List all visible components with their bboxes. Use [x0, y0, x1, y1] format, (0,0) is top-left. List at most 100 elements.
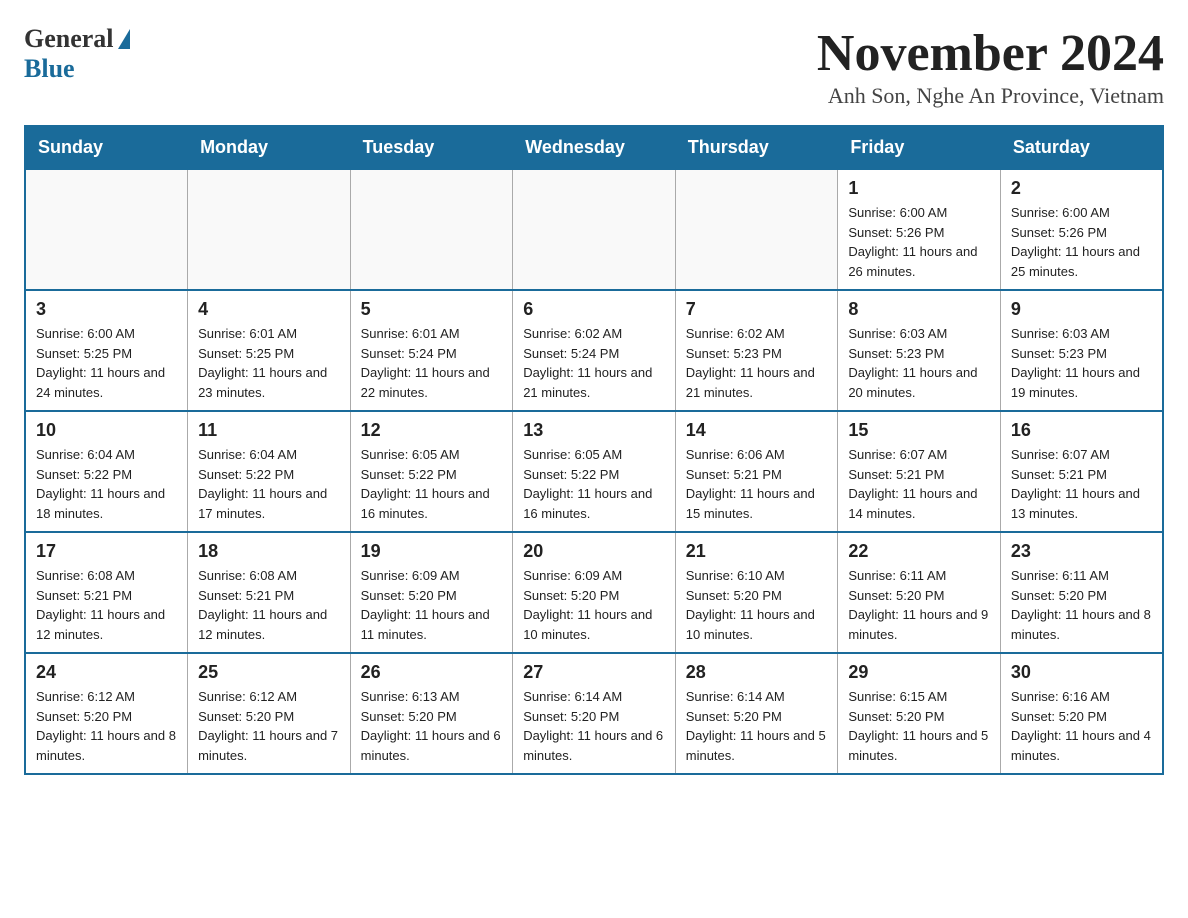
- day-number: 26: [361, 662, 503, 683]
- calendar-week-row: 3 Sunrise: 6:00 AM Sunset: 5:25 PM Daylig…: [25, 290, 1163, 411]
- day-number: 12: [361, 420, 503, 441]
- day-number: 11: [198, 420, 340, 441]
- day-info: Sunrise: 6:08 AM Sunset: 5:21 PM Dayligh…: [36, 566, 177, 644]
- header: General Blue November 2024 Anh Son, Nghe…: [24, 24, 1164, 109]
- day-info: Sunrise: 6:05 AM Sunset: 5:22 PM Dayligh…: [523, 445, 665, 523]
- calendar-cell: 17 Sunrise: 6:08 AM Sunset: 5:21 PM Dayli…: [25, 532, 188, 653]
- day-number: 10: [36, 420, 177, 441]
- day-number: 25: [198, 662, 340, 683]
- day-info: Sunrise: 6:08 AM Sunset: 5:21 PM Dayligh…: [198, 566, 340, 644]
- calendar-cell: 24 Sunrise: 6:12 AM Sunset: 5:20 PM Dayli…: [25, 653, 188, 774]
- day-number: 19: [361, 541, 503, 562]
- calendar-cell: [513, 169, 676, 290]
- logo-blue-text: Blue: [24, 54, 75, 84]
- day-number: 23: [1011, 541, 1152, 562]
- day-info: Sunrise: 6:04 AM Sunset: 5:22 PM Dayligh…: [36, 445, 177, 523]
- logo: General Blue: [24, 24, 130, 84]
- day-number: 9: [1011, 299, 1152, 320]
- calendar-cell: 16 Sunrise: 6:07 AM Sunset: 5:21 PM Dayli…: [1000, 411, 1163, 532]
- day-number: 18: [198, 541, 340, 562]
- calendar-cell: 5Sunrise: 6:01 AM Sunset: 5:24 PM Daylig…: [350, 290, 513, 411]
- day-info: Sunrise: 6:11 AM Sunset: 5:20 PM Dayligh…: [848, 566, 990, 644]
- calendar-cell: 22 Sunrise: 6:11 AM Sunset: 5:20 PM Dayli…: [838, 532, 1001, 653]
- calendar-cell: 25Sunrise: 6:12 AM Sunset: 5:20 PM Dayli…: [188, 653, 351, 774]
- day-info: Sunrise: 6:00 AM Sunset: 5:26 PM Dayligh…: [848, 203, 990, 281]
- calendar-cell: 14 Sunrise: 6:06 AM Sunset: 5:21 PM Dayli…: [675, 411, 838, 532]
- location-title: Anh Son, Nghe An Province, Vietnam: [817, 83, 1164, 109]
- calendar-cell: 10 Sunrise: 6:04 AM Sunset: 5:22 PM Dayli…: [25, 411, 188, 532]
- logo-triangle-icon: [118, 29, 130, 49]
- day-info: Sunrise: 6:14 AM Sunset: 5:20 PM Dayligh…: [686, 687, 828, 765]
- day-info: Sunrise: 6:07 AM Sunset: 5:21 PM Dayligh…: [1011, 445, 1152, 523]
- title-area: November 2024 Anh Son, Nghe An Province,…: [817, 24, 1164, 109]
- day-info: Sunrise: 6:00 AM Sunset: 5:25 PM Dayligh…: [36, 324, 177, 402]
- day-number: 7: [686, 299, 828, 320]
- calendar-cell: 12 Sunrise: 6:05 AM Sunset: 5:22 PM Dayli…: [350, 411, 513, 532]
- day-number: 17: [36, 541, 177, 562]
- day-number: 28: [686, 662, 828, 683]
- calendar-cell: [188, 169, 351, 290]
- calendar-cell: 2 Sunrise: 6:00 AM Sunset: 5:26 PM Daylig…: [1000, 169, 1163, 290]
- calendar-table: SundayMondayTuesdayWednesdayThursdayFrid…: [24, 125, 1164, 775]
- calendar-cell: 23 Sunrise: 6:11 AM Sunset: 5:20 PM Dayli…: [1000, 532, 1163, 653]
- col-header-wednesday: Wednesday: [513, 126, 676, 169]
- col-header-tuesday: Tuesday: [350, 126, 513, 169]
- calendar-week-row: 24 Sunrise: 6:12 AM Sunset: 5:20 PM Dayli…: [25, 653, 1163, 774]
- day-number: 16: [1011, 420, 1152, 441]
- col-header-friday: Friday: [838, 126, 1001, 169]
- calendar-cell: 8 Sunrise: 6:03 AM Sunset: 5:23 PM Daylig…: [838, 290, 1001, 411]
- calendar-header-row: SundayMondayTuesdayWednesdayThursdayFrid…: [25, 126, 1163, 169]
- calendar-week-row: 10 Sunrise: 6:04 AM Sunset: 5:22 PM Dayli…: [25, 411, 1163, 532]
- calendar-cell: 21 Sunrise: 6:10 AM Sunset: 5:20 PM Dayli…: [675, 532, 838, 653]
- calendar-cell: 26Sunrise: 6:13 AM Sunset: 5:20 PM Dayli…: [350, 653, 513, 774]
- day-info: Sunrise: 6:02 AM Sunset: 5:24 PM Dayligh…: [523, 324, 665, 402]
- calendar-cell: 13 Sunrise: 6:05 AM Sunset: 5:22 PM Dayli…: [513, 411, 676, 532]
- calendar-cell: 28 Sunrise: 6:14 AM Sunset: 5:20 PM Dayli…: [675, 653, 838, 774]
- day-info: Sunrise: 6:14 AM Sunset: 5:20 PM Dayligh…: [523, 687, 665, 765]
- day-info: Sunrise: 6:09 AM Sunset: 5:20 PM Dayligh…: [523, 566, 665, 644]
- day-number: 22: [848, 541, 990, 562]
- day-number: 8: [848, 299, 990, 320]
- day-number: 14: [686, 420, 828, 441]
- day-info: Sunrise: 6:03 AM Sunset: 5:23 PM Dayligh…: [848, 324, 990, 402]
- day-info: Sunrise: 6:11 AM Sunset: 5:20 PM Dayligh…: [1011, 566, 1152, 644]
- day-info: Sunrise: 6:01 AM Sunset: 5:24 PM Dayligh…: [361, 324, 503, 402]
- day-info: Sunrise: 6:06 AM Sunset: 5:21 PM Dayligh…: [686, 445, 828, 523]
- calendar-week-row: 1 Sunrise: 6:00 AM Sunset: 5:26 PM Daylig…: [25, 169, 1163, 290]
- col-header-saturday: Saturday: [1000, 126, 1163, 169]
- day-number: 2: [1011, 178, 1152, 199]
- col-header-sunday: Sunday: [25, 126, 188, 169]
- day-info: Sunrise: 6:10 AM Sunset: 5:20 PM Dayligh…: [686, 566, 828, 644]
- col-header-monday: Monday: [188, 126, 351, 169]
- day-info: Sunrise: 6:12 AM Sunset: 5:20 PM Dayligh…: [36, 687, 177, 765]
- calendar-cell: 18 Sunrise: 6:08 AM Sunset: 5:21 PM Dayli…: [188, 532, 351, 653]
- day-info: Sunrise: 6:00 AM Sunset: 5:26 PM Dayligh…: [1011, 203, 1152, 281]
- calendar-cell: 11 Sunrise: 6:04 AM Sunset: 5:22 PM Dayli…: [188, 411, 351, 532]
- calendar-cell: 29 Sunrise: 6:15 AM Sunset: 5:20 PM Dayli…: [838, 653, 1001, 774]
- day-number: 6: [523, 299, 665, 320]
- day-number: 29: [848, 662, 990, 683]
- day-number: 15: [848, 420, 990, 441]
- calendar-cell: [675, 169, 838, 290]
- day-number: 21: [686, 541, 828, 562]
- day-info: Sunrise: 6:01 AM Sunset: 5:25 PM Dayligh…: [198, 324, 340, 402]
- calendar-cell: 7Sunrise: 6:02 AM Sunset: 5:23 PM Daylig…: [675, 290, 838, 411]
- calendar-cell: 6 Sunrise: 6:02 AM Sunset: 5:24 PM Daylig…: [513, 290, 676, 411]
- day-info: Sunrise: 6:16 AM Sunset: 5:20 PM Dayligh…: [1011, 687, 1152, 765]
- day-number: 3: [36, 299, 177, 320]
- day-number: 24: [36, 662, 177, 683]
- calendar-cell: [25, 169, 188, 290]
- day-info: Sunrise: 6:04 AM Sunset: 5:22 PM Dayligh…: [198, 445, 340, 523]
- calendar-cell: 9Sunrise: 6:03 AM Sunset: 5:23 PM Daylig…: [1000, 290, 1163, 411]
- calendar-cell: 1 Sunrise: 6:00 AM Sunset: 5:26 PM Daylig…: [838, 169, 1001, 290]
- day-info: Sunrise: 6:15 AM Sunset: 5:20 PM Dayligh…: [848, 687, 990, 765]
- calendar-cell: 27Sunrise: 6:14 AM Sunset: 5:20 PM Dayli…: [513, 653, 676, 774]
- day-info: Sunrise: 6:07 AM Sunset: 5:21 PM Dayligh…: [848, 445, 990, 523]
- day-number: 13: [523, 420, 665, 441]
- calendar-cell: 19Sunrise: 6:09 AM Sunset: 5:20 PM Dayli…: [350, 532, 513, 653]
- calendar-cell: 15 Sunrise: 6:07 AM Sunset: 5:21 PM Dayli…: [838, 411, 1001, 532]
- logo-general-text: General: [24, 24, 114, 54]
- day-info: Sunrise: 6:05 AM Sunset: 5:22 PM Dayligh…: [361, 445, 503, 523]
- day-number: 1: [848, 178, 990, 199]
- calendar-cell: 30Sunrise: 6:16 AM Sunset: 5:20 PM Dayli…: [1000, 653, 1163, 774]
